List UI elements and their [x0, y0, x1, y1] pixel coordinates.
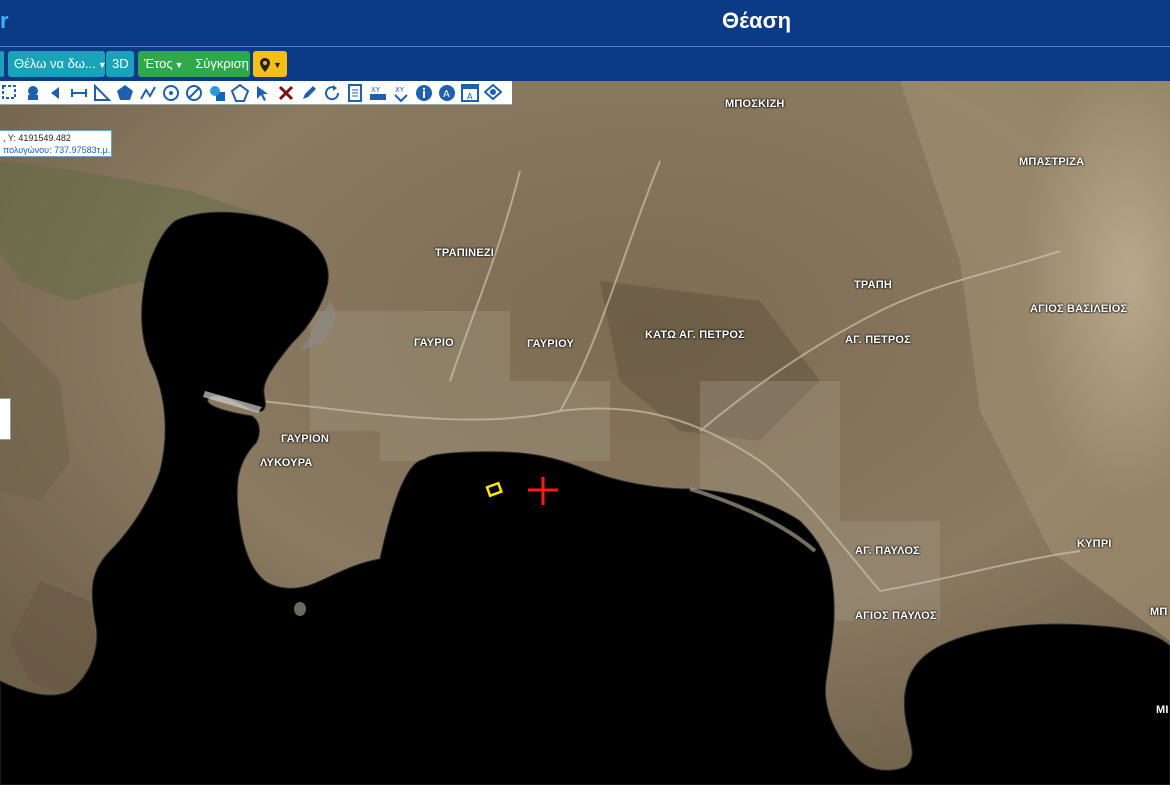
eraser-icon[interactable]	[184, 83, 204, 103]
delete-cross-icon[interactable]	[276, 83, 296, 103]
map-label-mp-cut: ΜΠ	[1150, 606, 1168, 618]
map-label-lykoura: ΛΥΚΟΥΡΑ	[260, 457, 313, 469]
edit-pen-icon[interactable]	[299, 83, 319, 103]
svg-text:XY: XY	[395, 86, 405, 94]
zoom-box-icon[interactable]	[0, 83, 20, 103]
xy-coordinates-icon[interactable]: XY	[368, 83, 388, 103]
polyline-icon[interactable]	[138, 83, 158, 103]
back-arrow-icon[interactable]	[46, 83, 66, 103]
map-label-trapi: ΤΡΑΠΗ	[854, 279, 893, 291]
print-layout-icon[interactable]: A	[460, 83, 480, 103]
map-label-ag-pavlos: ΑΓ. ΠΑΥΛΟΣ	[855, 545, 920, 557]
page-title: Θέαση	[722, 8, 792, 33]
info-text-icon[interactable]: A	[437, 83, 457, 103]
year-label: Έτος	[144, 56, 173, 71]
map-label-trapinezi: ΤΡΑΠΙΝΕΖΙ	[435, 247, 495, 259]
xy-transform-icon[interactable]: XY	[391, 83, 411, 103]
chevron-down-icon: ▼	[174, 60, 184, 70]
coordinates-line: , Y: 4191549.482	[3, 133, 71, 143]
map-label-agios-vasileios: ΑΓΙΟΣ ΒΑΣΙΛΕΙΟΣ	[1030, 303, 1128, 315]
satellite-map	[0, 81, 1170, 785]
map-label-kato-ag-petros: ΚΑΤΩ ΑΓ. ΠΕΤΡΟΣ	[645, 329, 745, 341]
polygon-area-line: πολυγώνου: 737.97583τ.μ.	[3, 145, 111, 155]
coordinates-readout: , Y: 4191549.482 πολυγώνου: 737.97583τ.μ…	[0, 130, 112, 157]
document-icon[interactable]	[345, 83, 365, 103]
chevron-down-icon: ▼	[273, 60, 282, 70]
svg-text:A: A	[443, 89, 450, 100]
app-logo[interactable]: r	[0, 8, 9, 34]
side-panel-tab[interactable]	[0, 398, 11, 440]
three-d-button[interactable]: 3D	[106, 51, 134, 77]
map-label-ag-petros: ΑΓ. ΠΕΤΡΟΣ	[845, 334, 911, 346]
compare-button[interactable]: Σύγκριση	[195, 56, 249, 71]
measure-distance-icon[interactable]	[69, 83, 89, 103]
pan-hand-icon[interactable]	[23, 83, 43, 103]
polygon-icon[interactable]	[115, 83, 135, 103]
main-navbar: Θέλω να δω... ▼ 3D Έτος ▼ Σύγκριση ▼	[0, 47, 1170, 81]
want-to-see-label: Θέλω να δω...	[14, 56, 96, 71]
nav-button-cut[interactable]	[0, 51, 4, 77]
info-icon[interactable]	[414, 83, 434, 103]
want-to-see-dropdown[interactable]: Θέλω να δω... ▼	[8, 51, 107, 77]
measure-angle-icon[interactable]	[92, 83, 112, 103]
islet	[294, 602, 306, 616]
map-label-kypri: ΚΥΠΡΙ	[1077, 538, 1112, 550]
map-marker-icon	[260, 57, 270, 72]
map-label-mi-cut: ΜΙ	[1156, 704, 1169, 716]
year-dropdown[interactable]: Έτος ▼	[144, 56, 184, 71]
svg-text:A: A	[467, 92, 473, 101]
search-map-icon[interactable]	[483, 83, 503, 103]
map-label-agios-pavlos: ΑΓΙΟΣ ΠΑΥΛΟΣ	[855, 610, 937, 622]
map-toolbar: XY XY A A	[0, 81, 512, 105]
year-compare-group: Έτος ▼ Σύγκριση	[138, 51, 250, 77]
location-dropdown[interactable]: ▼	[253, 51, 287, 77]
map-label-gavriou: ΓΑΥΡΙΟΥ	[527, 338, 575, 350]
refresh-icon[interactable]	[322, 83, 342, 103]
svg-text:XY: XY	[371, 86, 381, 94]
map-label-gavrion: ΓΑΥΡΙΟΝ	[281, 433, 329, 445]
shape-select-icon[interactable]	[207, 83, 227, 103]
circle-icon[interactable]	[161, 83, 181, 103]
app-header: r Θέαση	[0, 0, 1170, 47]
map-label-mposkizi: ΜΠΟΣΚΙΖΗ	[725, 98, 785, 110]
select-cursor-icon[interactable]	[253, 83, 273, 103]
map-view[interactable]	[0, 81, 1170, 785]
map-label-gavrio: ΓΑΥΡΙΟ	[414, 337, 454, 349]
geometry-icon[interactable]	[230, 83, 250, 103]
map-label-mpastriza: ΜΠΑΣΤΡΙΖΑ	[1019, 156, 1085, 168]
